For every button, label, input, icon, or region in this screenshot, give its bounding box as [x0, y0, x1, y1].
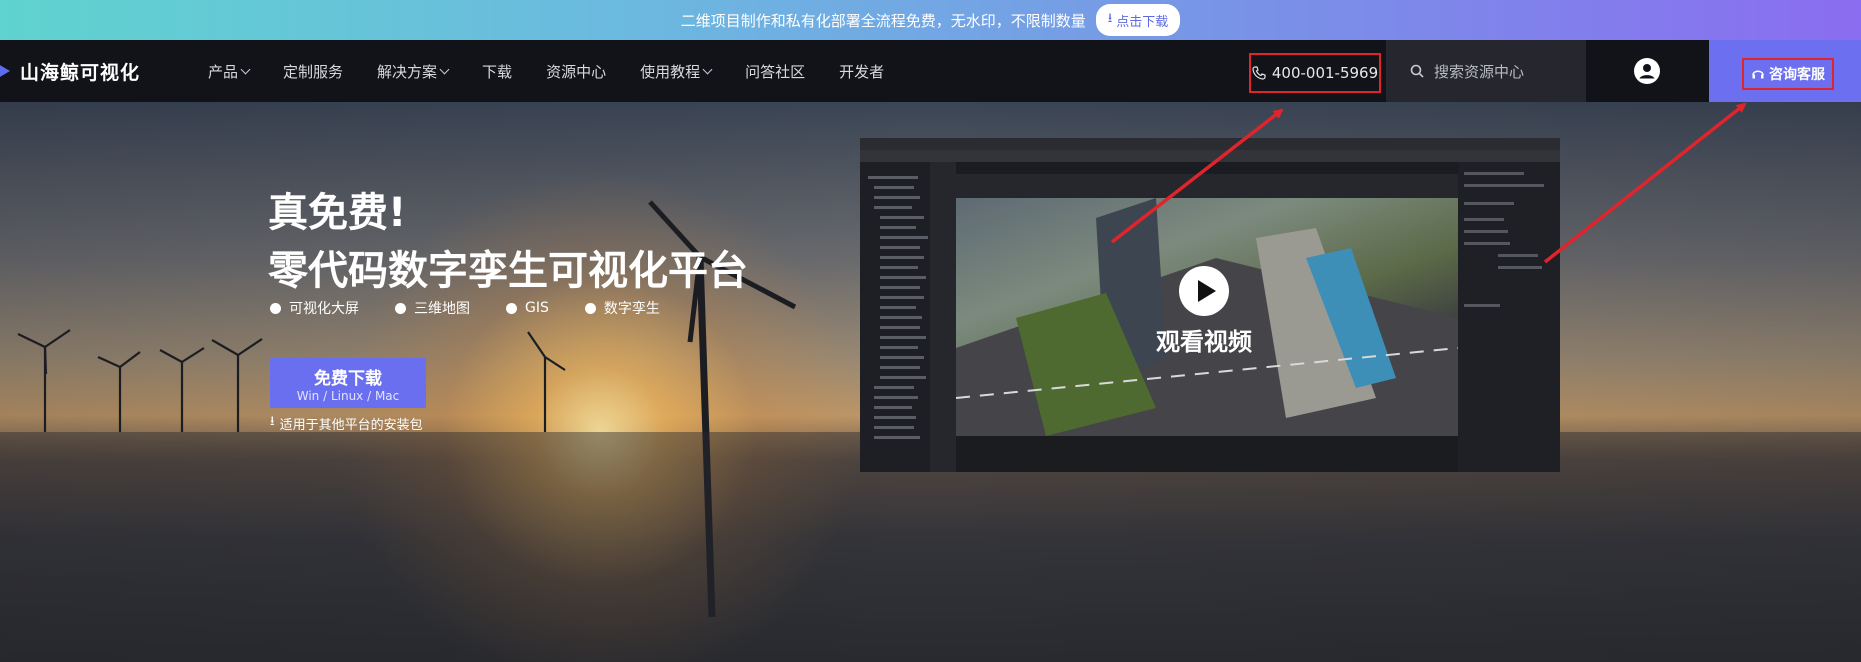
- nav-item-label: 下载: [482, 62, 513, 81]
- nav-item-label: 解决方案: [377, 62, 438, 81]
- download-icon: ⭳: [1107, 11, 1113, 26]
- headset-icon: [1752, 70, 1764, 79]
- 3d-scene-viewport: [955, 198, 1459, 436]
- bullet-icon: [506, 302, 517, 314]
- feature-item: 数字孪生: [584, 298, 660, 318]
- watch-video-label: 观看视频: [1156, 328, 1252, 356]
- nav-item-custom-service[interactable]: 定制服务: [283, 61, 343, 82]
- phone-contact[interactable]: 400-001-5969: [1249, 53, 1381, 93]
- feature-label: GIS: [525, 300, 549, 316]
- editor-layer-panel: [860, 162, 956, 472]
- editor-toolbar: [956, 174, 1458, 198]
- feature-list: 可视化大屏 三维地图 GIS 数字孪生: [270, 298, 696, 318]
- phone-number: 400-001-5969: [1271, 64, 1379, 82]
- properties-lines: [1464, 172, 1544, 307]
- whale-logo-icon: [0, 65, 10, 77]
- consult-label: 咨询客服: [1769, 67, 1825, 83]
- layer-tree-lines: [868, 162, 956, 472]
- play-icon: [1197, 280, 1216, 302]
- nav-item-developers[interactable]: 开发者: [839, 61, 884, 82]
- other-platforms-link[interactable]: ⭳ 适用于其他平台的安装包: [270, 412, 423, 434]
- nav-item-solutions[interactable]: 解决方案: [377, 61, 450, 82]
- bullet-icon: [395, 302, 406, 314]
- nav-item-label: 定制服务: [283, 62, 344, 81]
- download-main-label: 免费下载: [314, 368, 382, 389]
- brand-logo[interactable]: 山海鲸可视化: [0, 40, 140, 102]
- feature-label: 数字孪生: [603, 301, 660, 317]
- consult-button[interactable]: 咨询客服: [1742, 58, 1834, 90]
- user-icon: [1639, 64, 1655, 79]
- nav-item-label: 使用教程: [640, 62, 701, 81]
- free-download-button[interactable]: 免费下载 Win / Linux / Mac: [270, 358, 426, 408]
- main-menu: 产品 定制服务 解决方案 下载 资源中心 使用教程 问答社区 开发者: [208, 40, 918, 102]
- phone-icon: [1252, 66, 1266, 80]
- bullet-icon: [584, 302, 596, 314]
- editor-properties-panel: [1458, 162, 1560, 472]
- chevron-down-icon: [240, 64, 251, 74]
- browser-address-bar: [860, 150, 1560, 162]
- hero-title-line2: 零代码数字孪生可视化平台: [268, 248, 748, 294]
- user-avatar-icon[interactable]: [1634, 58, 1660, 84]
- other-platforms-label: 适用于其他平台的安装包: [279, 417, 423, 433]
- top-navigation: 山海鲸可视化 产品 定制服务 解决方案 下载 资源中心 使用教程 问答社区 开发…: [0, 40, 1861, 102]
- hero-section: 真免费! 零代码数字孪生可视化平台 可视化大屏 三维地图 GIS 数字孪生 免费…: [0, 102, 1861, 662]
- bullet-icon: [270, 302, 281, 314]
- nav-item-resources[interactable]: 资源中心: [546, 61, 606, 82]
- nav-item-label: 资源中心: [546, 62, 607, 81]
- nav-item-label: 开发者: [839, 62, 885, 81]
- search-placeholder: 搜索资源中心: [1434, 62, 1525, 81]
- feature-item: 三维地图: [395, 298, 470, 318]
- promo-download-label: 点击下载: [1116, 14, 1169, 30]
- promo-banner: 二维项目制作和私有化部署全流程免费，无水印，不限制数量 ⭳ 点击下载: [0, 0, 1861, 40]
- feature-label: 三维地图: [414, 301, 470, 317]
- hero-title-line1: 真免费!: [268, 190, 407, 236]
- nav-item-product[interactable]: 产品: [208, 61, 251, 82]
- brand-name: 山海鲸可视化: [20, 61, 141, 84]
- chevron-down-icon: [439, 64, 450, 74]
- video-preview[interactable]: 观看视频: [860, 138, 1560, 472]
- nav-item-community[interactable]: 问答社区: [745, 61, 805, 82]
- feature-label: 可视化大屏: [289, 301, 359, 317]
- nav-item-label: 产品: [208, 62, 239, 81]
- search-icon: [1410, 64, 1424, 78]
- feature-item: GIS: [506, 298, 549, 318]
- download-platforms-label: Win / Linux / Mac: [296, 388, 400, 403]
- download-icon: ⭳: [270, 414, 275, 429]
- promo-text: 二维项目制作和私有化部署全流程免费，无水印，不限制数量: [680, 11, 1086, 30]
- nav-item-download[interactable]: 下载: [482, 61, 512, 82]
- resource-search[interactable]: 搜索资源中心: [1386, 40, 1586, 102]
- chevron-down-icon: [702, 64, 713, 74]
- editor-status-bar: [956, 436, 1458, 472]
- nav-item-tutorials[interactable]: 使用教程: [640, 61, 713, 82]
- play-button-icon[interactable]: [1179, 266, 1229, 316]
- promo-download-button[interactable]: ⭳ 点击下载: [1095, 4, 1181, 36]
- feature-item: 可视化大屏: [270, 298, 359, 318]
- nav-item-label: 问答社区: [745, 62, 806, 81]
- city-scene-graphic: [955, 198, 1459, 436]
